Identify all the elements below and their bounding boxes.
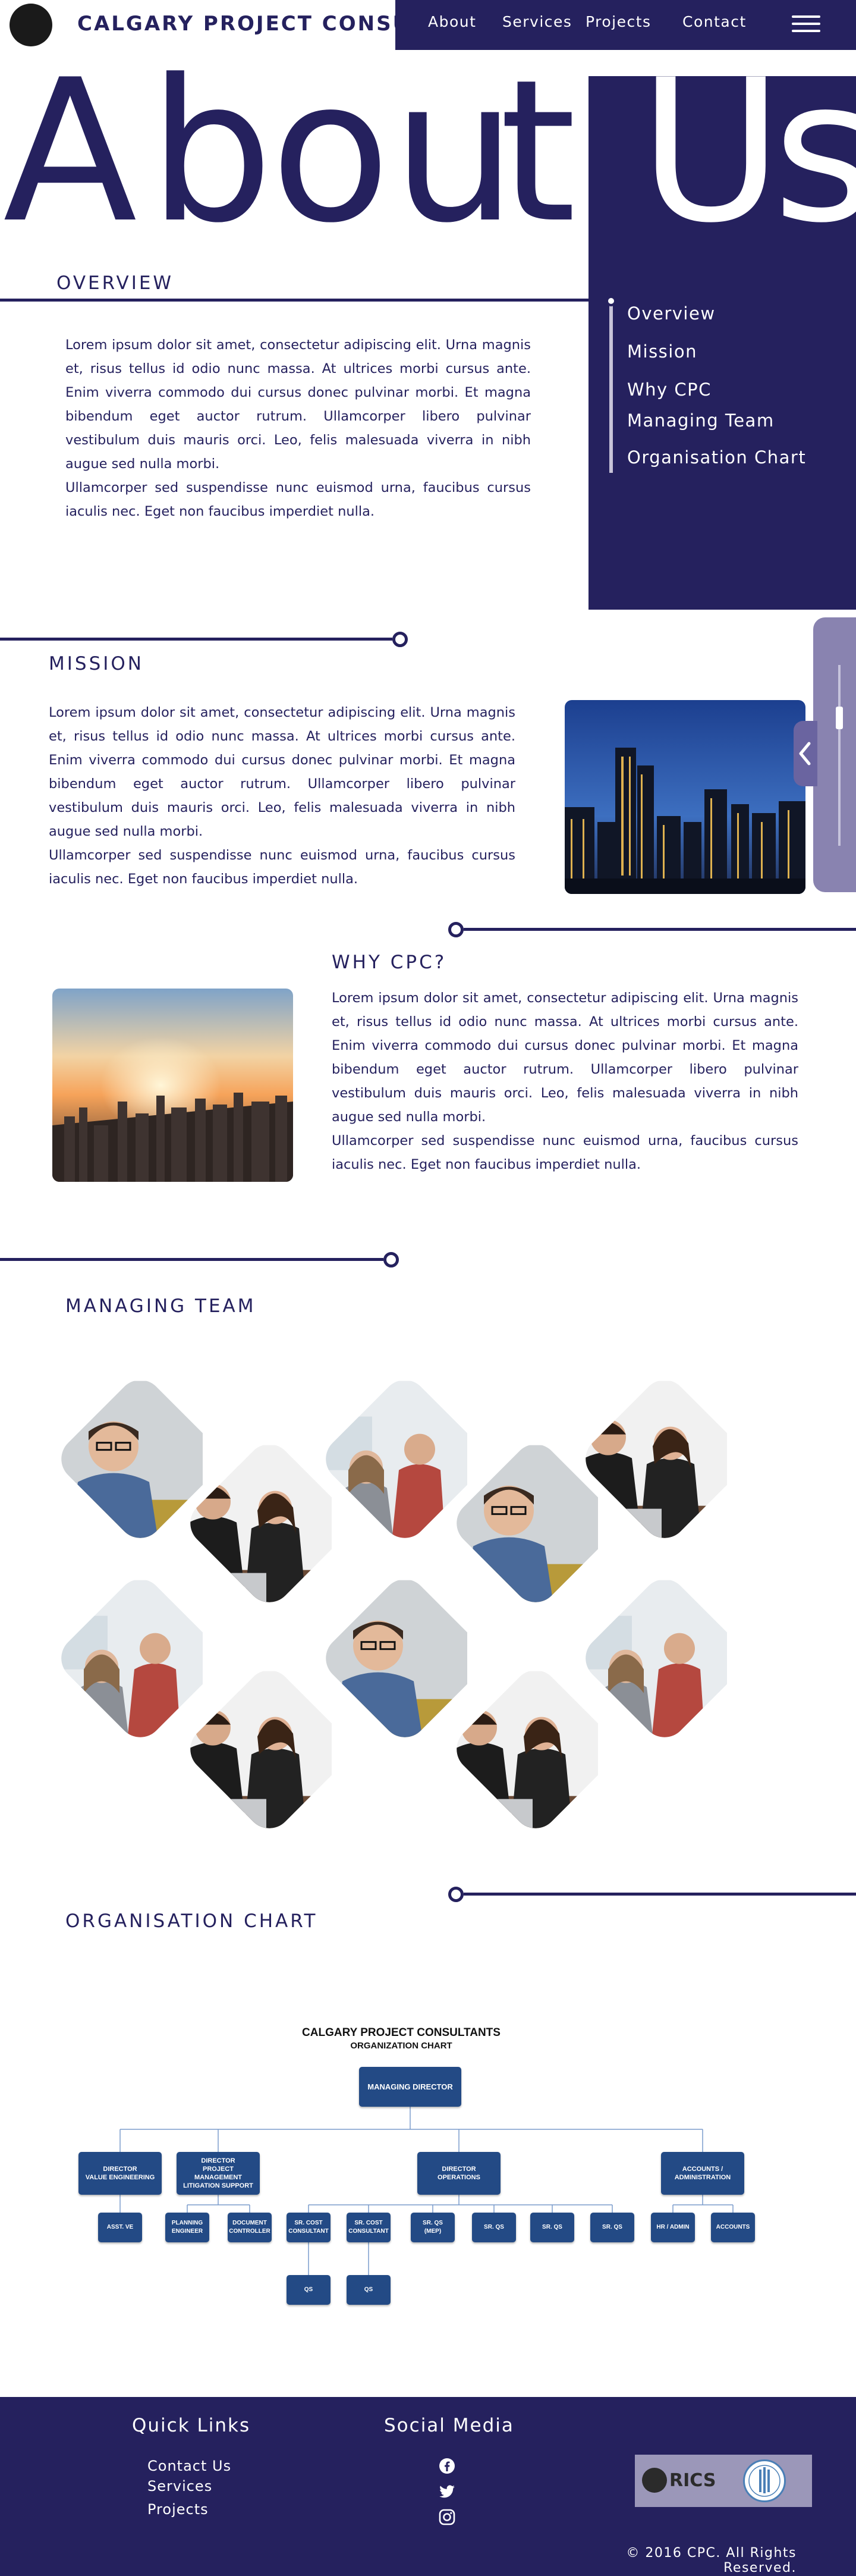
overview-text: Lorem ipsum dolor sit amet, consectetur …	[65, 333, 531, 523]
overview-paragraph-1: Lorem ipsum dolor sit amet, consectetur …	[65, 337, 531, 472]
city-night-photo	[565, 700, 805, 894]
team-photo[interactable]	[577, 1570, 753, 1747]
hero-letter: A	[3, 37, 137, 266]
why-cpc-text: Lorem ipsum dolor sit amet, consectetur …	[332, 986, 798, 1176]
instagram-icon[interactable]	[439, 2509, 455, 2525]
rics-logo-text: RICS	[669, 2470, 716, 2491]
hero-letter: b	[149, 37, 273, 266]
footer-link-projects[interactable]: Projects	[147, 2501, 209, 2518]
org-junior-qs: QS	[347, 2275, 391, 2305]
team-divider	[0, 1258, 383, 1261]
why-cpc-title: WHY CPC?	[332, 952, 447, 973]
chevron-left-icon[interactable]	[794, 721, 817, 786]
social-media-heading: Social Media	[384, 2415, 514, 2436]
org-divider	[464, 1893, 856, 1896]
org-staff: SR. QS	[590, 2213, 634, 2242]
rics-emblem-icon	[642, 2468, 667, 2493]
org-staff: SR. QS	[530, 2213, 574, 2242]
org-staff: DOCUMENT CONTROLLER	[228, 2213, 272, 2242]
team-photo[interactable]	[181, 1661, 358, 1838]
twitter-icon[interactable]	[439, 2483, 455, 2500]
hero-letter: t	[499, 37, 577, 266]
org-accounts-administration: ACCOUNTS / ADMINISTRATION	[661, 2152, 744, 2195]
org-staff: HR / ADMIN	[651, 2213, 695, 2242]
org-staff: SR. QS (MEP)	[411, 2213, 455, 2242]
mission-divider	[0, 638, 392, 641]
divider-knob	[448, 1887, 464, 1902]
divider-knob	[392, 632, 408, 647]
org-connectors	[119, 2107, 734, 2275]
org-director-project-management: DIRECTOR PROJECT MANAGEMENT LITIGATION S…	[177, 2152, 260, 2195]
side-scroll-knob[interactable]	[836, 707, 843, 729]
org-staff: SR. QS	[472, 2213, 516, 2242]
org-staff: PLANNING ENGINEER	[165, 2213, 209, 2242]
org-chart: CALGARY PROJECT CONSULTANTS ORGANIZATION…	[71, 2019, 761, 2317]
toc-track	[609, 300, 613, 473]
org-director-value-engineering: DIRECTOR VALUE ENGINEERING	[78, 2152, 162, 2195]
toc-mission[interactable]: Mission	[627, 341, 697, 362]
org-staff: ASST. VE	[98, 2213, 142, 2242]
toc-organisation-chart[interactable]: Organisation Chart	[627, 447, 806, 467]
toc-indicator[interactable]	[606, 296, 616, 306]
why-paragraph-2: Ullamcorper sed suspendisse nunc euismod…	[332, 1133, 798, 1172]
copyright-text: © 2016 CPC. All Rights Reserved.	[626, 2546, 797, 2575]
side-track	[838, 665, 841, 846]
team-photo[interactable]	[317, 1570, 493, 1747]
hero-title: A b o u t U s	[0, 0, 856, 250]
overview-paragraph-2: Ullamcorper sed suspendisse nunc euismod…	[65, 480, 531, 519]
divider-knob	[448, 922, 464, 937]
toc-overview[interactable]: Overview	[627, 303, 716, 324]
overview-divider	[0, 299, 588, 302]
toc-managing-team[interactable]: Managing Team	[627, 410, 775, 431]
hero-letter: s	[773, 37, 856, 266]
partner-logos: RICS	[635, 2455, 812, 2507]
why-paragraph-1: Lorem ipsum dolor sit amet, consectetur …	[332, 990, 798, 1125]
hero-letter: o	[270, 37, 391, 266]
mission-text: Lorem ipsum dolor sit amet, consectetur …	[49, 701, 515, 891]
organisation-chart-title: ORGANISATION CHART	[65, 1910, 318, 1932]
mission-paragraph-2: Ullamcorper sed suspendisse nunc euismod…	[49, 848, 515, 887]
hero-letter: U	[639, 37, 783, 266]
team-photo[interactable]	[52, 1570, 229, 1747]
quick-links-heading: Quick Links	[132, 2415, 251, 2436]
institute-seal-icon	[743, 2459, 786, 2502]
divider-knob	[383, 1252, 399, 1267]
site-footer: Quick Links Contact Us Services Projects…	[0, 2397, 856, 2576]
team-photo[interactable]	[448, 1661, 624, 1838]
org-staff: SR. COST CONSULTANT	[287, 2213, 331, 2242]
org-director-operations: DIRECTOR OPERATIONS	[417, 2152, 501, 2195]
why-divider	[464, 928, 856, 931]
org-staff: ACCOUNTS	[711, 2213, 755, 2242]
facebook-icon[interactable]	[439, 2458, 455, 2474]
managing-team-title: MANAGING TEAM	[65, 1295, 256, 1317]
mission-paragraph-1: Lorem ipsum dolor sit amet, consectetur …	[49, 705, 515, 839]
hero-letter: u	[392, 37, 517, 266]
toc-why-cpc[interactable]: Why CPC	[627, 379, 712, 400]
city-sunset-photo	[52, 989, 293, 1182]
org-managing-director: MANAGING DIRECTOR	[359, 2067, 461, 2107]
side-navigation-widget[interactable]	[813, 617, 856, 892]
footer-link-contact-us[interactable]: Contact Us	[147, 2458, 231, 2474]
overview-title: OVERVIEW	[56, 272, 174, 294]
footer-link-services[interactable]: Services	[147, 2478, 212, 2495]
org-junior-qs: QS	[287, 2275, 331, 2305]
org-staff: SR. COST CONSULTANT	[347, 2213, 391, 2242]
mission-title: MISSION	[49, 653, 144, 674]
